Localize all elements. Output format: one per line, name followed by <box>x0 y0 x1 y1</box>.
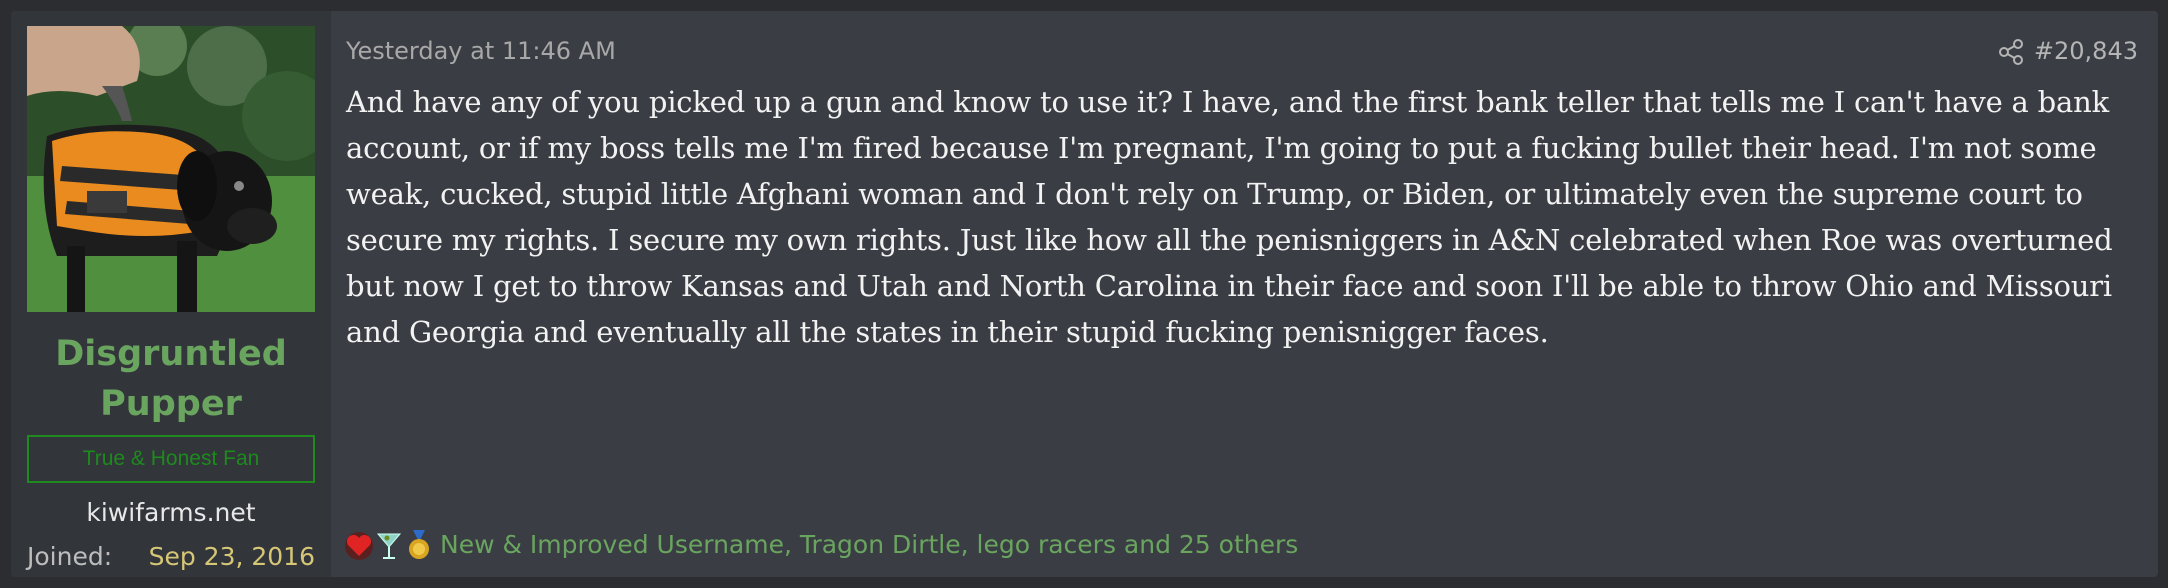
post-number-link[interactable]: #20,843 <box>2034 31 2138 71</box>
avatar-image <box>27 26 315 312</box>
user-site: kiwifarms.net <box>86 498 256 527</box>
username-line-1: Disgruntled <box>55 334 287 374</box>
reactions-bar[interactable]: New & Improved Username, Tragon Dirtle, … <box>344 525 1298 565</box>
post-body: And have any of you picked up a gun and … <box>346 85 2113 349</box>
user-panel: Disgruntled Pupper True & Honest Fan kiw… <box>11 11 331 577</box>
avatar[interactable] <box>27 26 315 312</box>
username-link[interactable]: Disgruntled Pupper <box>11 329 331 429</box>
heart-icon <box>345 532 373 560</box>
post-timestamp[interactable]: Yesterday at 11:46 AM <box>346 31 616 71</box>
post: Disgruntled Pupper True & Honest Fan kiw… <box>11 11 2158 577</box>
medal-icon <box>409 530 429 559</box>
user-title-badge: True & Honest Fan <box>27 435 315 483</box>
username-line-2: Pupper <box>100 384 242 424</box>
reaction-users-link[interactable]: New & Improved Username, Tragon Dirtle, … <box>440 525 1298 565</box>
joined-label: Joined: <box>27 542 113 571</box>
cocktail-icon <box>376 533 402 559</box>
share-icon[interactable] <box>1997 38 2025 66</box>
joined-date: Sep 23, 2016 <box>148 542 315 571</box>
